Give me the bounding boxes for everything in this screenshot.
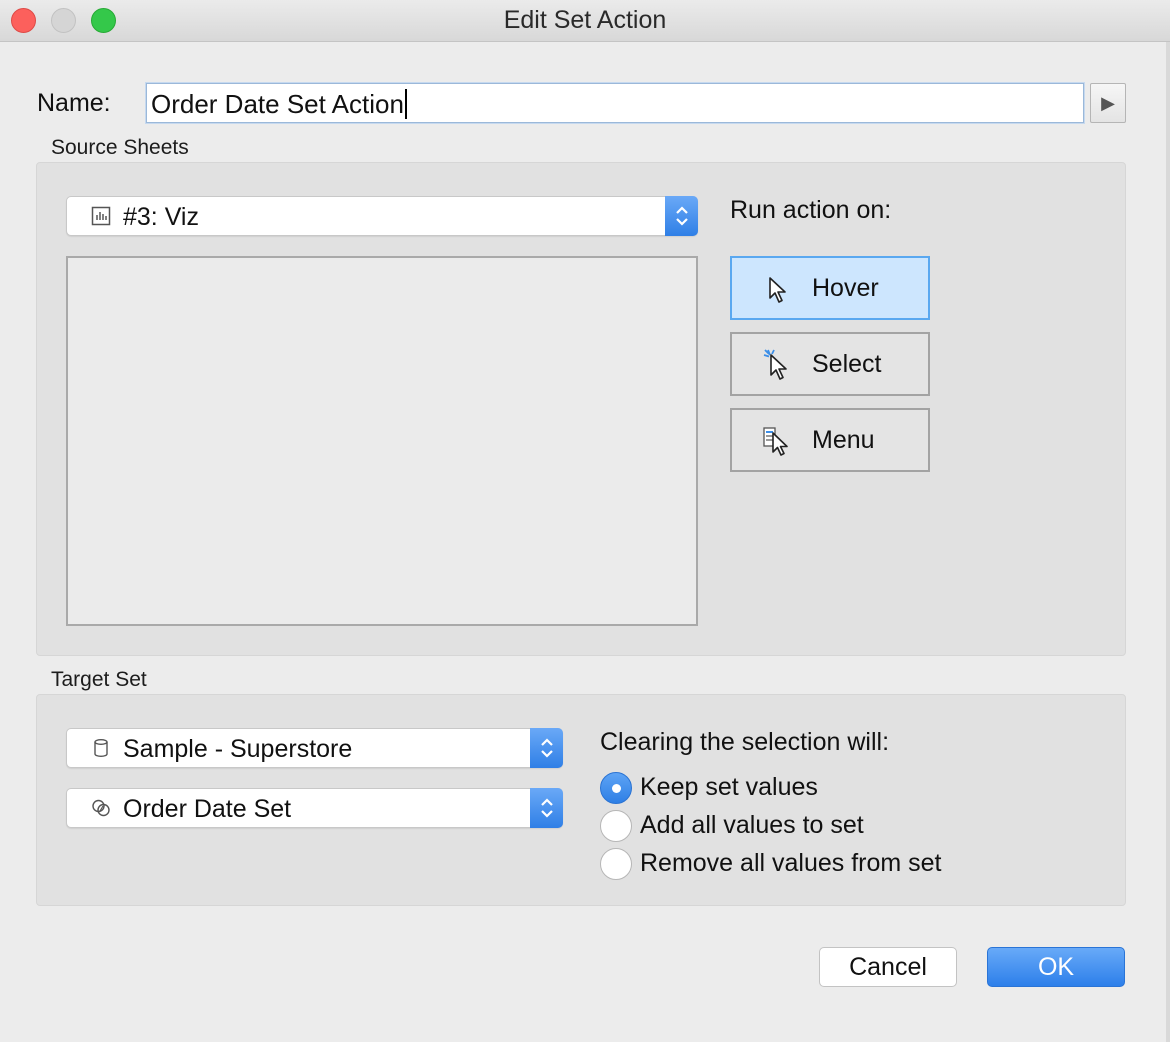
title-bar: Edit Set Action [0, 0, 1170, 42]
name-input[interactable]: Order Date Set Action [146, 83, 1084, 123]
source-sheets-list[interactable] [66, 256, 698, 626]
radio-button-checked[interactable] [600, 772, 632, 804]
hover-button[interactable]: Hover [730, 256, 930, 320]
radio-label: Add all values to set [640, 811, 864, 839]
window-title: Edit Set Action [503, 6, 667, 34]
datasource-value: Sample - Superstore [123, 735, 353, 763]
edit-set-action-dialog: Edit Set Action Name: Order Date Set Act… [0, 0, 1170, 1042]
set-icon [92, 799, 110, 817]
target-set-label: Target Set [51, 668, 147, 691]
select-label: Select [812, 350, 882, 378]
source-sheet-value: #3: Viz [123, 203, 199, 231]
menu-label: Menu [812, 426, 875, 454]
chevron-updown-icon [665, 196, 698, 236]
chevron-updown-icon [530, 728, 563, 768]
source-sheets-label: Source Sheets [51, 136, 189, 159]
menu-button[interactable]: Menu [730, 408, 930, 472]
chevron-updown-icon [530, 788, 563, 828]
text-caret [404, 89, 407, 119]
menu-cursor-icon [763, 427, 788, 456]
sheet-icon [91, 206, 111, 226]
name-input-value: Order Date Set Action [151, 89, 404, 119]
insert-field-button[interactable]: ▶ [1090, 83, 1126, 123]
clearing-selection-label: Clearing the selection will: [600, 728, 890, 756]
radio-label: Remove all values from set [640, 849, 942, 877]
source-sheet-select[interactable]: #3: Viz [66, 196, 698, 236]
datasource-select[interactable]: Sample - Superstore [66, 728, 563, 768]
ok-button[interactable]: OK [987, 947, 1125, 987]
radio-button[interactable] [600, 810, 632, 842]
name-label: Name: [37, 89, 111, 117]
select-cursor-icon [763, 349, 787, 380]
run-action-label: Run action on: [730, 196, 892, 224]
window-edge [1166, 42, 1170, 1042]
hover-label: Hover [812, 274, 879, 302]
target-set-value: Order Date Set [123, 795, 292, 823]
hover-cursor-icon [769, 277, 786, 303]
cancel-button[interactable]: Cancel [819, 947, 957, 987]
select-button[interactable]: Select [730, 332, 930, 396]
target-set-select[interactable]: Order Date Set [66, 788, 563, 828]
play-arrow-icon: ▶ [1101, 92, 1115, 113]
radio-button[interactable] [600, 848, 632, 880]
radio-label: Keep set values [640, 773, 818, 801]
database-icon [94, 739, 108, 757]
